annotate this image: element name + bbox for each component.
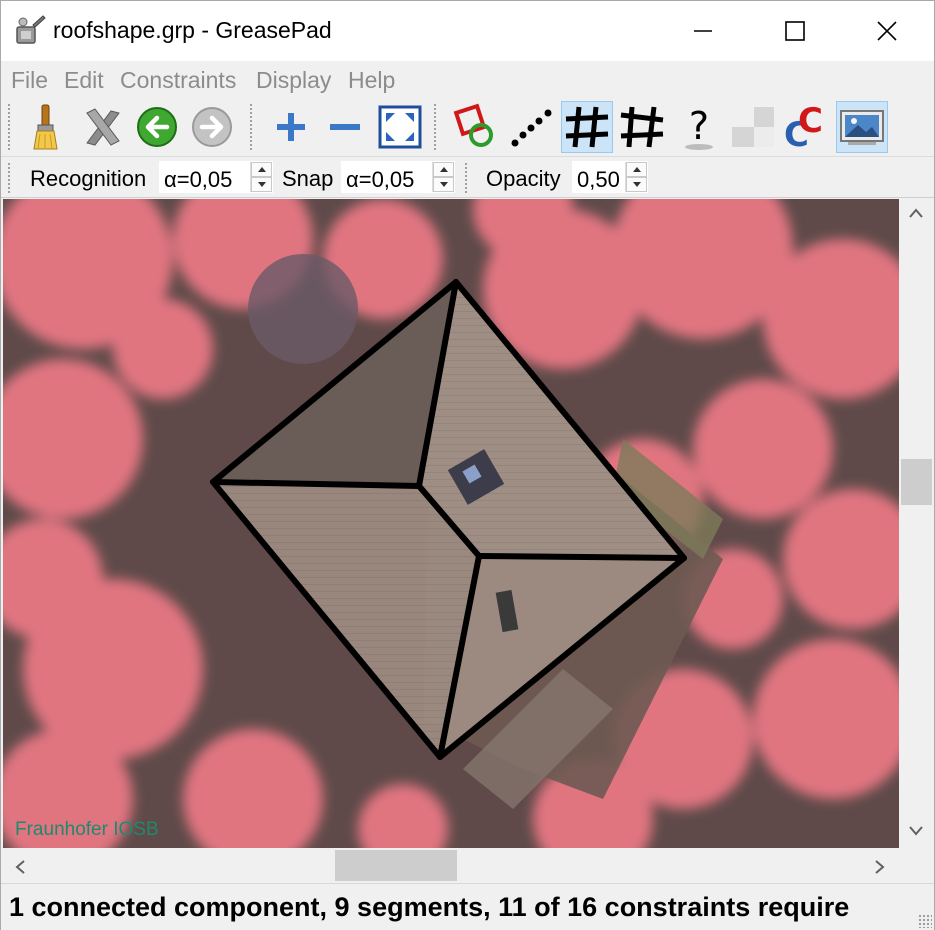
- status-bar: 1 connected component, 9 segments, 11 of…: [1, 883, 934, 930]
- drawing-canvas[interactable]: Fraunhofer IOSB: [3, 199, 899, 848]
- recognition-label: Recognition: [30, 166, 147, 191]
- checkerboard-icon: [728, 103, 776, 151]
- horizontal-scrollbar[interactable]: [3, 848, 899, 883]
- svg-text:?: ?: [689, 104, 709, 148]
- brush-button[interactable]: [19, 101, 71, 153]
- recognition-value: α=0,05: [164, 167, 233, 192]
- status-message: 1 connected component, 9 segments, 11 of…: [9, 892, 850, 922]
- background-image-icon: [838, 105, 886, 149]
- brush-icon: [23, 103, 67, 151]
- menu-help[interactable]: Help: [348, 67, 395, 94]
- close-button[interactable]: [841, 1, 933, 61]
- fit-to-window-icon: [378, 105, 422, 149]
- menu-edit[interactable]: Edit: [64, 67, 104, 94]
- chevron-up-icon: [257, 167, 266, 172]
- parameter-bar-grip[interactable]: [7, 162, 11, 194]
- snap-stepper: [432, 162, 454, 192]
- horizontal-scroll-thumb[interactable]: [335, 850, 457, 881]
- scroll-right-icon[interactable]: [873, 858, 887, 881]
- checkerboard-button[interactable]: [726, 101, 778, 153]
- show-segments-icon: [563, 103, 611, 151]
- window-title: roofshape.grp - GreasePad: [53, 17, 332, 43]
- app-window: roofshape.grp - GreasePad File Edit Cons…: [0, 0, 935, 930]
- segment[interactable]: [476, 553, 687, 561]
- delete-icon: [81, 105, 125, 149]
- size-grip-icon[interactable]: [918, 914, 932, 928]
- help-button[interactable]: ?: [673, 101, 725, 153]
- show-constraints-button[interactable]: [449, 101, 501, 153]
- toolbar-grip[interactable]: [7, 103, 11, 151]
- chevron-down-icon: [257, 182, 266, 187]
- opacity-increment-button[interactable]: [626, 162, 647, 177]
- background-image-button[interactable]: [836, 101, 888, 153]
- help-icon: ?: [675, 103, 723, 151]
- svg-text:C: C: [798, 102, 823, 141]
- recognition-decrement-button[interactable]: [251, 177, 272, 192]
- chevron-up-icon: [439, 167, 448, 172]
- menu-bar: File Edit Constraints Display Help: [1, 61, 934, 97]
- close-icon: [876, 20, 898, 42]
- segment[interactable]: [210, 479, 422, 489]
- snap-increment-button[interactable]: [433, 162, 454, 177]
- menu-display[interactable]: Display: [256, 67, 331, 94]
- opacity-value: 0,50: [577, 167, 620, 192]
- menu-file[interactable]: File: [11, 67, 48, 94]
- chevron-down-icon: [439, 182, 448, 187]
- minimize-button[interactable]: [657, 1, 749, 61]
- toolbar-separator: [249, 103, 253, 151]
- scrollbar-corner: [899, 848, 934, 883]
- scroll-left-icon[interactable]: [13, 858, 27, 881]
- greasepad-icon: [13, 13, 47, 47]
- zoom-in-icon: [271, 107, 311, 147]
- redo-icon: [190, 105, 234, 149]
- opacity-label: Opacity: [486, 166, 561, 191]
- scroll-up-icon[interactable]: [908, 203, 924, 226]
- show-strokes-button[interactable]: [505, 101, 557, 153]
- colorize-icon: C C: [782, 102, 832, 152]
- opacity-decrement-button[interactable]: [626, 177, 647, 192]
- colorize-button[interactable]: C C: [781, 101, 833, 153]
- snap-spinbox[interactable]: α=0,05: [341, 161, 455, 193]
- snap-label: Snap: [282, 166, 334, 191]
- redo-button[interactable]: [186, 101, 238, 153]
- zoom-out-button[interactable]: [319, 101, 371, 153]
- zoom-out-icon: [325, 107, 365, 147]
- show-constraints-icon: [451, 103, 499, 151]
- menu-constraints[interactable]: Constraints: [120, 67, 236, 94]
- snap-value: α=0,05: [346, 167, 415, 192]
- show-unconstrained-segments-icon: [618, 103, 666, 151]
- snap-decrement-button[interactable]: [433, 177, 454, 192]
- delete-button[interactable]: [77, 101, 129, 153]
- watermark: Fraunhofer IOSB: [15, 819, 159, 840]
- title-bar[interactable]: roofshape.grp - GreasePad: [1, 1, 934, 61]
- opacity-stepper: [625, 162, 647, 192]
- chevron-up-icon: [632, 167, 641, 172]
- zoom-in-button[interactable]: [265, 101, 317, 153]
- opacity-spinbox[interactable]: 0,50: [572, 161, 648, 193]
- undo-button[interactable]: [131, 101, 183, 153]
- fit-to-window-button[interactable]: [374, 101, 426, 153]
- vertical-scrollbar[interactable]: [899, 199, 934, 848]
- recognition-spinbox[interactable]: α=0,05: [159, 161, 273, 193]
- toolbar-separator: [433, 103, 437, 151]
- show-unconstrained-segments-button[interactable]: [616, 101, 668, 153]
- vertical-scroll-thumb[interactable]: [901, 459, 932, 505]
- maximize-button[interactable]: [749, 1, 841, 61]
- maximize-icon: [785, 21, 805, 41]
- scroll-down-icon[interactable]: [908, 821, 924, 844]
- recognition-stepper: [250, 162, 272, 192]
- parameter-bar-separator: [464, 162, 468, 194]
- chevron-down-icon: [632, 182, 641, 187]
- toolbar: ? C C: [1, 97, 934, 157]
- undo-icon: [135, 105, 179, 149]
- recognition-increment-button[interactable]: [251, 162, 272, 177]
- minimize-icon: [693, 21, 713, 41]
- parameter-bar: Recognition α=0,05 Snap α=0,05 Opacity 0…: [1, 158, 934, 198]
- show-strokes-icon: [507, 103, 555, 151]
- show-segments-button[interactable]: [561, 101, 613, 153]
